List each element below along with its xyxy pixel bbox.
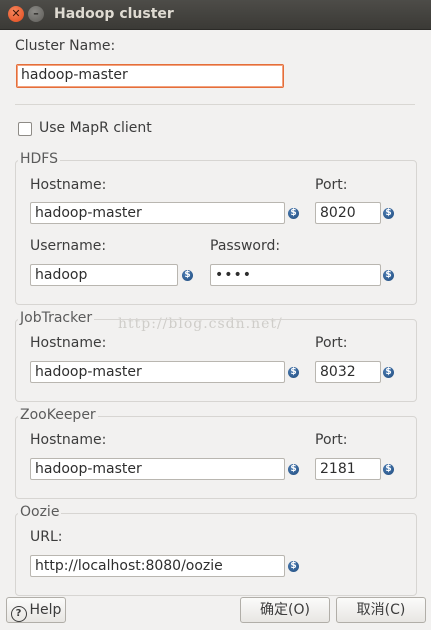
zookeeper-hostname-input[interactable]: hadoop-master <box>30 458 285 480</box>
hdfs-username-label: Username: <box>30 238 107 254</box>
minimize-icon[interactable]: – <box>28 6 44 22</box>
jobtracker-port-label: Port: <box>315 335 348 351</box>
hdfs-password-input[interactable]: •••• <box>210 264 381 286</box>
hdfs-port-label: Port: <box>315 177 348 193</box>
zookeeper-hostname-label: Hostname: <box>30 432 107 448</box>
zookeeper-group-label: ZooKeeper <box>18 407 98 423</box>
hdfs-password-variable-icon[interactable]: $ <box>383 270 394 281</box>
jobtracker-hostname-label: Hostname: <box>30 335 107 351</box>
hdfs-port-input[interactable]: 8020 <box>315 202 381 224</box>
hdfs-hostname-label: Hostname: <box>30 177 107 193</box>
hdfs-hostname-variable-icon[interactable]: $ <box>288 208 299 219</box>
ok-button-label: 确定(O) <box>260 602 310 618</box>
cancel-button[interactable]: 取消(C) <box>336 597 426 623</box>
hdfs-hostname-input[interactable]: hadoop-master <box>30 202 285 224</box>
hdfs-group-label: HDFS <box>18 151 61 167</box>
use-mapr-checkbox[interactable] <box>18 122 32 136</box>
zookeeper-port-variable-icon[interactable]: $ <box>383 464 394 475</box>
ok-button[interactable]: 确定(O) <box>240 597 330 623</box>
title-bar: ✕ – Hadoop cluster <box>0 0 431 30</box>
zookeeper-port-input[interactable]: 2181 <box>315 458 381 480</box>
use-mapr-label[interactable]: Use MapR client <box>39 120 152 136</box>
help-button-label: Help <box>29 602 62 618</box>
close-icon[interactable]: ✕ <box>8 6 24 22</box>
jobtracker-port-variable-icon[interactable]: $ <box>383 367 394 378</box>
cluster-name-label: Cluster Name: <box>15 38 116 54</box>
cluster-name-input[interactable]: hadoop-master <box>16 64 284 88</box>
jobtracker-port-input[interactable]: 8032 <box>315 361 381 383</box>
oozie-group-label: Oozie <box>18 504 62 520</box>
cancel-button-label: 取消(C) <box>356 602 406 618</box>
help-button[interactable]: ? Help <box>6 597 66 623</box>
jobtracker-hostname-input[interactable]: hadoop-master <box>30 361 285 383</box>
jobtracker-hostname-variable-icon[interactable]: $ <box>288 367 299 378</box>
hdfs-username-variable-icon[interactable]: $ <box>182 270 193 281</box>
oozie-url-variable-icon[interactable]: $ <box>288 561 299 572</box>
hdfs-username-input[interactable]: hadoop <box>30 264 178 286</box>
help-icon: ? <box>10 606 27 622</box>
zookeeper-hostname-variable-icon[interactable]: $ <box>288 464 299 475</box>
hdfs-port-variable-icon[interactable]: $ <box>383 208 394 219</box>
oozie-url-label: URL: <box>30 529 63 545</box>
jobtracker-group-label: JobTracker <box>18 310 95 326</box>
hdfs-password-label: Password: <box>210 238 281 254</box>
window-title: Hadoop cluster <box>54 6 174 22</box>
oozie-url-input[interactable]: http://localhost:8080/oozie <box>30 555 285 577</box>
separator <box>15 104 415 105</box>
zookeeper-port-label: Port: <box>315 432 348 448</box>
